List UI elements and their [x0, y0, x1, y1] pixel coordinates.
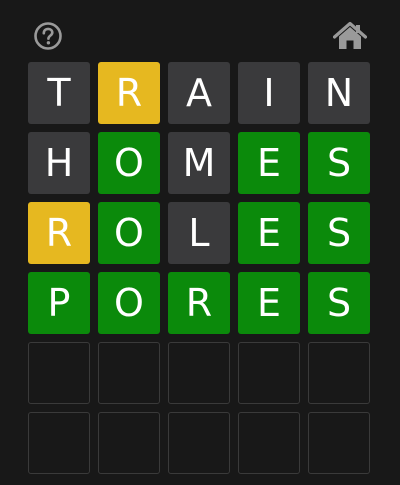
letter-tile-absent: M	[168, 132, 230, 194]
empty-tile	[168, 412, 230, 474]
board-row	[28, 342, 374, 404]
letter-tile-present: R	[98, 62, 160, 124]
empty-tile	[238, 412, 300, 474]
letter-tile-present: R	[28, 202, 90, 264]
letter-tile-absent: L	[168, 202, 230, 264]
board-row	[28, 412, 374, 474]
letter-tile-correct: S	[308, 132, 370, 194]
letter-tile-correct: R	[168, 272, 230, 334]
help-button[interactable]	[33, 21, 63, 51]
letter-tile-correct: O	[98, 202, 160, 264]
letter-tile-correct: E	[238, 132, 300, 194]
letter-tile-absent: T	[28, 62, 90, 124]
letter-tile-correct: S	[308, 202, 370, 264]
letter-tile-absent: H	[28, 132, 90, 194]
empty-tile	[168, 342, 230, 404]
top-bar	[0, 0, 400, 60]
letter-tile-absent: I	[238, 62, 300, 124]
game-board: TRAINHOMESROLESPORES	[28, 62, 374, 482]
board-row: PORES	[28, 272, 374, 334]
letter-tile-correct: P	[28, 272, 90, 334]
empty-tile	[238, 342, 300, 404]
question-circle-icon	[34, 22, 62, 50]
letter-tile-correct: O	[98, 132, 160, 194]
letter-tile-correct: E	[238, 202, 300, 264]
letter-tile-correct: O	[98, 272, 160, 334]
letter-tile-correct: E	[238, 272, 300, 334]
empty-tile	[28, 412, 90, 474]
home-button[interactable]	[332, 21, 368, 51]
house-icon	[332, 21, 368, 49]
letter-tile-absent: A	[168, 62, 230, 124]
empty-tile	[308, 342, 370, 404]
empty-tile	[308, 412, 370, 474]
empty-tile	[98, 342, 160, 404]
letter-tile-absent: N	[308, 62, 370, 124]
empty-tile	[28, 342, 90, 404]
board-row: ROLES	[28, 202, 374, 264]
letter-tile-correct: S	[308, 272, 370, 334]
board-row: TRAIN	[28, 62, 374, 124]
empty-tile	[98, 412, 160, 474]
board-row: HOMES	[28, 132, 374, 194]
